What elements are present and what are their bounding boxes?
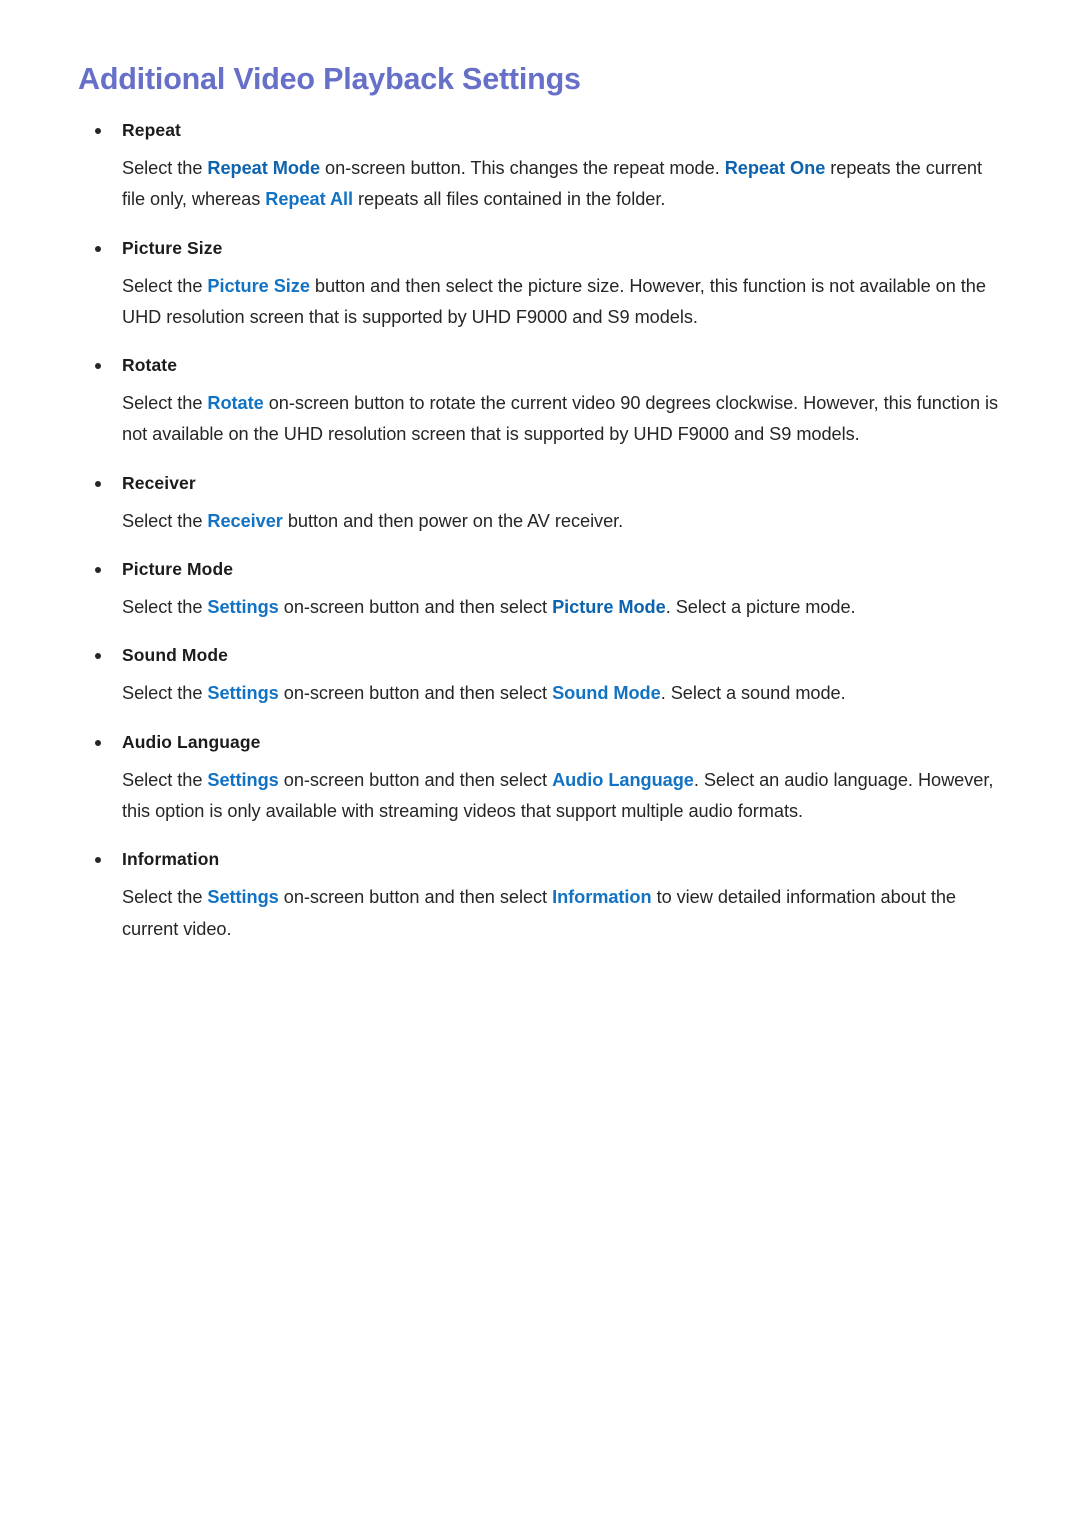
section-label: Information [122, 849, 220, 870]
settings-section: Receiver Select the Receiver button and t… [78, 473, 1008, 537]
bullet-dot-icon [95, 567, 101, 574]
bullet-dot-icon [95, 363, 101, 370]
page-title: Additional Video Playback Settings [78, 62, 581, 96]
section-description: Select the Settings on-screen button and… [122, 678, 1008, 709]
bullet-dot-icon [95, 653, 101, 660]
highlighted-term[interactable]: Settings [207, 887, 278, 907]
highlighted-term[interactable]: Picture Size [207, 276, 310, 296]
settings-section: Sound Mode Select the Settings on-screen … [78, 645, 1008, 709]
body-text-run: Select the [122, 597, 208, 618]
body-text-run: . Select a picture mode. [665, 597, 856, 618]
highlighted-term[interactable]: Settings [207, 770, 278, 790]
highlighted-term[interactable]: Settings [207, 683, 278, 703]
section-label: Rotate [122, 355, 178, 376]
section-heading: Information [78, 849, 1008, 870]
bullet-dot-icon [95, 739, 101, 746]
body-text-run: on-screen button and then select [278, 887, 553, 908]
highlighted-term[interactable]: Repeat Mode [207, 158, 320, 178]
section-heading: Sound Mode [78, 645, 1008, 666]
highlighted-term[interactable]: Audio Language [552, 770, 694, 790]
highlighted-term[interactable]: Information [552, 887, 652, 907]
settings-section: Picture Size Select the Picture Size butt… [78, 238, 1008, 334]
settings-section: Information Select the Settings on-screen… [78, 849, 1008, 945]
body-text-run: button and then power on the AV receiver… [282, 510, 624, 531]
bullet-dot-icon [95, 127, 101, 134]
body-text-run: repeats all files contained in the folde… [353, 189, 666, 210]
settings-section: Repeat Select the Repeat Mode on-screen b… [78, 120, 1008, 216]
body-text-run: on-screen button and then select [278, 683, 553, 704]
highlighted-term[interactable]: Settings [207, 597, 278, 617]
section-description: Select the Receiver button and then powe… [122, 506, 1008, 537]
section-heading: Receiver [78, 473, 1008, 494]
body-text-run: Select the [122, 887, 208, 908]
section-description: Select the Settings on-screen button and… [122, 882, 1008, 945]
section-description: Select the Picture Size button and then … [122, 271, 1008, 334]
highlighted-term[interactable]: Sound Mode [552, 683, 661, 703]
settings-section: Audio Language Select the Settings on-scr… [78, 732, 1008, 828]
bullet-dot-icon [95, 480, 101, 487]
body-text-run: on-screen button. This changes the repea… [320, 157, 725, 178]
section-description: Select the Settings on-screen button and… [122, 592, 1008, 623]
body-text-run: . Select a sound mode. [660, 683, 846, 704]
body-text-run: Select the [122, 157, 208, 178]
section-label: Picture Size [122, 237, 223, 258]
section-heading: Picture Size [78, 238, 1008, 259]
section-label: Audio Language [122, 731, 261, 752]
highlighted-term[interactable]: Repeat All [265, 189, 353, 209]
body-text-run: on-screen button and then select [278, 769, 553, 790]
settings-section: Picture Mode Select the Settings on-scree… [78, 559, 1008, 623]
body-text-run: Select the [122, 510, 208, 531]
section-label: Repeat [122, 119, 181, 140]
section-description: Select the Repeat Mode on-screen button.… [122, 153, 1008, 216]
body-text-run: Select the [122, 275, 208, 296]
highlighted-term[interactable]: Picture Mode [552, 597, 666, 617]
section-heading: Rotate [78, 355, 1008, 376]
body-text-run: on-screen button and then select [278, 597, 553, 618]
document-content: Additional Video Playback Settings Repea… [78, 62, 1008, 945]
settings-section-list: Repeat Select the Repeat Mode on-screen b… [78, 120, 1008, 945]
section-label: Picture Mode [122, 559, 234, 580]
section-heading: Picture Mode [78, 559, 1008, 580]
section-label: Receiver [122, 472, 196, 493]
body-text-run: Select the [122, 769, 208, 790]
body-text-run: Select the [122, 683, 208, 704]
section-heading: Repeat [78, 120, 1008, 141]
section-heading: Audio Language [78, 732, 1008, 753]
highlighted-term[interactable]: Receiver [207, 511, 283, 531]
section-description: Select the Rotate on-screen button to ro… [122, 388, 1008, 451]
bullet-dot-icon [95, 857, 101, 864]
document-page: Additional Video Playback Settings Repea… [0, 0, 1080, 1527]
highlighted-term[interactable]: Repeat One [725, 158, 826, 178]
body-text-run: Select the [122, 393, 208, 414]
highlighted-term[interactable]: Rotate [207, 393, 263, 413]
settings-section: Rotate Select the Rotate on-screen button… [78, 355, 1008, 451]
section-label: Sound Mode [122, 645, 228, 666]
bullet-dot-icon [95, 245, 101, 252]
section-description: Select the Settings on-screen button and… [122, 765, 1008, 828]
